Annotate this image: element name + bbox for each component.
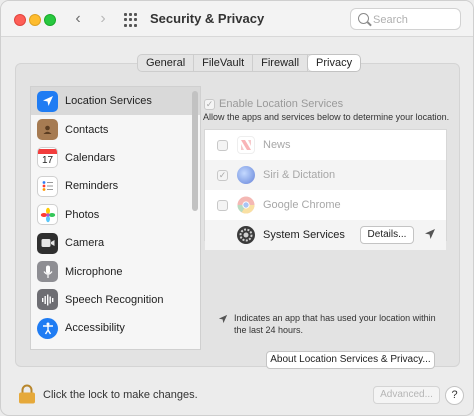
location-app-list: News ✓ Siri & Dictation Google Chrome Sy… [204, 129, 447, 250]
search-input[interactable] [373, 12, 457, 27]
reminders-list-icon [37, 175, 58, 197]
chrome-icon [237, 196, 255, 214]
location-legend: Indicates an app that has used your loca… [218, 312, 448, 336]
window-title: Security & Privacy [150, 11, 265, 26]
about-location-services-button[interactable]: About Location Services & Privacy... [266, 351, 435, 369]
sidebar-item-label: Contacts [65, 123, 109, 136]
search-field[interactable] [350, 8, 461, 30]
system-services-gear-icon [237, 226, 255, 244]
tab-firewall[interactable]: Firewall [253, 55, 309, 71]
sidebar-item-label: Calendars [65, 151, 116, 164]
app-name: System Services [263, 229, 345, 241]
app-name: News [263, 139, 291, 151]
list-item-system-services[interactable]: System Services Details... [205, 220, 446, 250]
photos-flower-icon [37, 204, 58, 226]
details-button[interactable]: Details... [360, 226, 414, 244]
calendar-icon: 17 [37, 147, 58, 169]
tab-filevault[interactable]: FileVault [194, 55, 254, 71]
sidebar-item-photos[interactable]: Photos [31, 201, 200, 229]
accessibility-icon [37, 317, 58, 339]
enable-location-checkbox[interactable]: ✓ [204, 98, 215, 110]
app-name: Google Chrome [263, 199, 341, 211]
list-item-google-chrome[interactable]: Google Chrome [205, 190, 446, 220]
location-used-arrow-icon [425, 229, 435, 239]
sidebar-item-microphone[interactable]: Microphone [31, 257, 200, 285]
close-window-button[interactable] [14, 14, 26, 26]
siri-icon [237, 166, 255, 184]
sidebar-item-label: Photos [65, 208, 100, 221]
tab-privacy[interactable]: Privacy [308, 55, 361, 71]
grid-icon[interactable] [124, 13, 138, 27]
microphone-icon [37, 261, 58, 283]
lock-hint-text: Click the lock to make changes. [43, 389, 198, 401]
sidebar-item-label: Reminders [65, 180, 119, 193]
sidebar-item-label: Speech Recognition [65, 293, 164, 306]
location-description: Allow the apps and services below to det… [203, 112, 450, 122]
camera-icon [37, 232, 58, 254]
help-button[interactable]: ? [445, 386, 464, 405]
chevron-left-icon[interactable]: ‹ [70, 10, 86, 28]
location-arrow-icon [37, 90, 58, 112]
sidebar-item-location-services[interactable]: Location Services [31, 87, 200, 116]
app-checkbox[interactable] [217, 199, 228, 211]
location-services-panel: ✓ Enable Location Services Allow the app… [203, 86, 454, 356]
title-bar: ‹ › Security & Privacy [1, 1, 473, 37]
zoom-window-button[interactable] [44, 14, 56, 26]
waveform-icon [37, 289, 58, 311]
sidebar-item-reminders[interactable]: Reminders [31, 172, 200, 200]
sidebar-item-label: Accessibility [65, 322, 125, 335]
sidebar-item-label: Microphone [65, 265, 123, 278]
location-arrow-legend-icon [218, 314, 228, 324]
calendar-day: 17 [41, 154, 54, 166]
legend-text: Indicates an app that has used your loca… [234, 313, 436, 335]
advanced-button[interactable]: Advanced... [373, 386, 440, 404]
enable-location-row: ✓ Enable Location Services [204, 98, 343, 110]
enable-location-label: Enable Location Services [219, 98, 344, 110]
news-icon [237, 136, 255, 154]
minimize-window-button[interactable] [29, 14, 41, 26]
privacy-category-list[interactable]: Location Services Contacts 17 Calendars [30, 86, 201, 350]
search-icon [358, 13, 369, 24]
app-checkbox[interactable] [217, 139, 228, 151]
sidebar-item-calendars[interactable]: 17 Calendars [31, 144, 200, 172]
sidebar-item-label: Location Services [65, 95, 152, 108]
sidebar-scrollbar[interactable] [192, 91, 198, 211]
list-item-news[interactable]: News [205, 130, 446, 160]
tab-bar: General FileVault Firewall Privacy [137, 54, 362, 72]
sidebar-item-speech-recognition[interactable]: Speech Recognition [31, 286, 200, 314]
chevron-right-icon[interactable]: › [95, 10, 111, 28]
privacy-pane: Location Services Contacts 17 Calendars [15, 63, 460, 369]
sidebar-item-camera[interactable]: Camera [31, 229, 200, 257]
sidebar-item-label: Camera [65, 237, 105, 250]
list-item-siri[interactable]: ✓ Siri & Dictation [205, 160, 446, 190]
sidebar-item-accessibility[interactable]: Accessibility [31, 314, 200, 342]
contacts-book-icon [37, 119, 58, 141]
lock-icon[interactable] [18, 384, 36, 404]
sidebar-item-contacts[interactable]: Contacts [31, 115, 200, 143]
system-preferences-window: ‹ › Security & Privacy General FileVault… [0, 0, 474, 416]
tab-general[interactable]: General [138, 55, 195, 71]
app-checkbox[interactable]: ✓ [217, 169, 228, 181]
app-name: Siri & Dictation [263, 169, 336, 181]
